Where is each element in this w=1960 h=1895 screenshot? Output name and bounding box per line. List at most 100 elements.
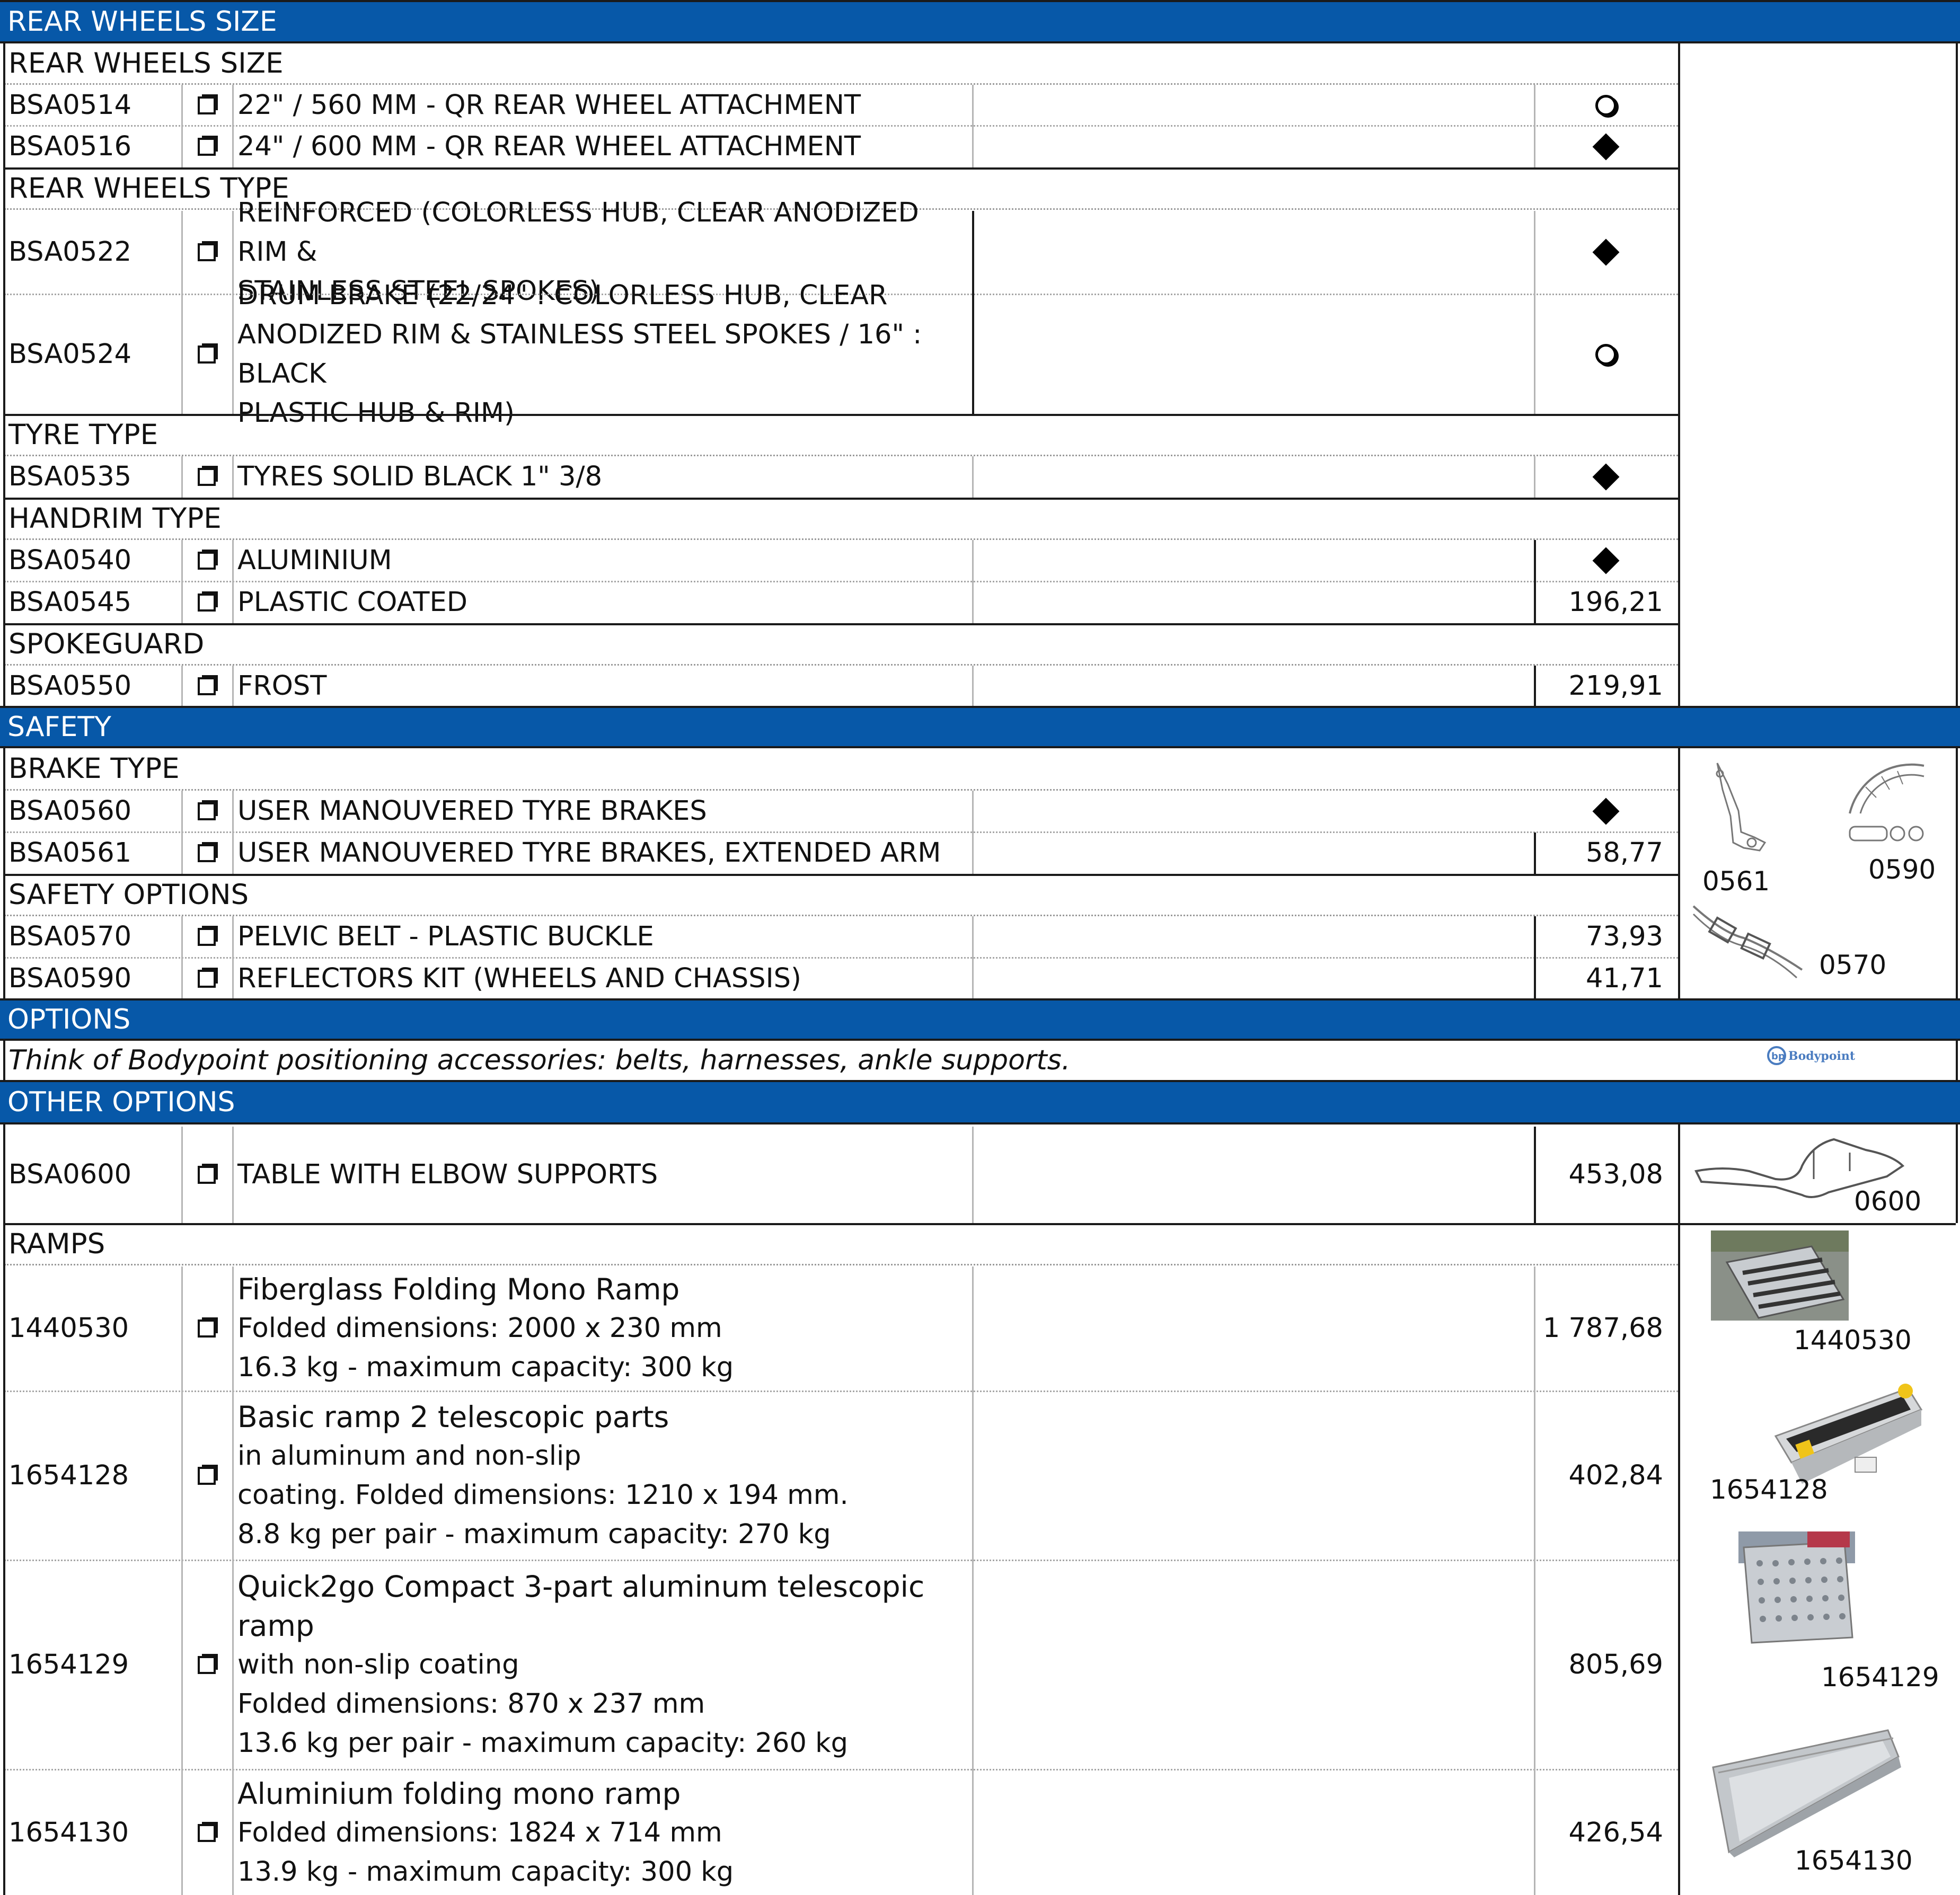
- options-note: Think of Bodypoint positioning accessori…: [8, 1044, 1071, 1076]
- row-checkbox[interactable]: [181, 582, 232, 623]
- row-checkbox[interactable]: [181, 1392, 232, 1560]
- row-price: 426,54: [1568, 1817, 1663, 1848]
- row-price: 1 787,68: [1542, 1313, 1663, 1344]
- reflector-image: [1844, 755, 1929, 848]
- row-description: REFLECTORS KIT (WHEELS AND CHASSIS): [237, 963, 801, 994]
- row-code: BSA0560: [8, 795, 132, 827]
- checkbox-icon[interactable]: [198, 468, 216, 486]
- row-price: 41,71: [1585, 963, 1663, 994]
- row-checkbox[interactable]: [181, 126, 232, 167]
- checkbox-icon[interactable]: [198, 1467, 216, 1485]
- group-header-handrim-type: HANDRIM TYPE: [4, 499, 1678, 540]
- svg-text:bp: bp: [1771, 1051, 1785, 1062]
- checkbox-icon[interactable]: [198, 677, 216, 695]
- row-description: Basic ramp 2 telescopic parts in aluminu…: [232, 1392, 972, 1560]
- row-checkbox[interactable]: [181, 916, 232, 958]
- row-code: BSA0522: [8, 236, 132, 268]
- row-checkbox[interactable]: [181, 295, 232, 414]
- group-header-brake-type: BRAKE TYPE: [4, 748, 1678, 791]
- ramp-title: Basic ramp 2 telescopic parts: [237, 1400, 669, 1434]
- row-symbol: [1534, 211, 1678, 294]
- row-price: 402,84: [1568, 1460, 1663, 1491]
- row-description: USER MANOUVERED TYRE BRAKES: [237, 795, 707, 827]
- checkbox-icon[interactable]: [198, 552, 216, 570]
- desc-line: with non-slip coating: [237, 1649, 519, 1680]
- checkbox-icon[interactable]: [198, 243, 216, 261]
- section-band-options: OPTIONS: [0, 998, 1960, 1041]
- checkbox-icon[interactable]: [198, 970, 216, 988]
- section-band-other-options: OTHER OPTIONS: [0, 1080, 1960, 1124]
- checkbox-icon[interactable]: [198, 346, 216, 364]
- row-checkbox[interactable]: [181, 833, 232, 874]
- row-code: 1654128: [8, 1460, 129, 1491]
- row-description: FROST: [237, 670, 327, 702]
- image-label: 0600: [1854, 1186, 1922, 1217]
- group-header-tyre-type: TYRE TYPE: [4, 415, 1678, 456]
- row-code: BSA0550: [8, 670, 132, 702]
- image-label: 0570: [1819, 950, 1887, 980]
- checkbox-icon[interactable]: [198, 1823, 216, 1842]
- row-symbol: [1534, 126, 1678, 167]
- row-symbol: [1534, 791, 1678, 832]
- checkbox-icon[interactable]: [198, 1320, 216, 1338]
- group-header-safety-options: SAFETY OPTIONS: [4, 875, 1678, 916]
- row-price: 219,91: [1568, 670, 1663, 702]
- row-code: BSA0524: [8, 339, 132, 370]
- checkbox-icon[interactable]: [198, 138, 216, 156]
- row-description: USER MANOUVERED TYRE BRAKES, EXTENDED AR…: [237, 837, 941, 869]
- group-header-spokeguard: SPOKEGUARD: [4, 624, 1678, 666]
- checkbox-icon[interactable]: [198, 928, 216, 946]
- row-price: 453,08: [1568, 1159, 1663, 1190]
- row-code: BSA0600: [8, 1159, 132, 1190]
- ramp-title: Fiberglass Folding Mono Ramp: [237, 1272, 680, 1306]
- row-code: 1654129: [8, 1649, 129, 1680]
- checkbox-icon[interactable]: [198, 1166, 216, 1184]
- row-checkbox[interactable]: [181, 1267, 232, 1391]
- row-code: BSA0545: [8, 587, 132, 618]
- desc-line: Folded dimensions: 870 x 237 mm: [237, 1688, 705, 1720]
- row-code: BSA0590: [8, 963, 132, 994]
- row-checkbox[interactable]: [181, 85, 232, 126]
- row-checkbox[interactable]: [181, 666, 232, 707]
- desc-line: Folded dimensions: 2000 x 230 mm: [237, 1313, 722, 1344]
- belt-image: [1691, 901, 1807, 980]
- checkbox-icon[interactable]: [198, 1656, 216, 1674]
- row-checkbox[interactable]: [181, 1127, 232, 1223]
- row-checkbox[interactable]: [181, 456, 232, 498]
- row-description: 22" / 560 MM - QR REAR WHEEL ATTACHMENT: [237, 90, 861, 121]
- row-description: Quick2go Compact 3-part aluminum telesco…: [232, 1561, 972, 1769]
- row-code: 1440530: [8, 1313, 129, 1344]
- desc-line: 8.8 kg per pair - maximum capacity: 270 …: [237, 1519, 831, 1550]
- desc-line: 16.3 kg - maximum capacity: 300 kg: [237, 1352, 734, 1383]
- image-label: 0590: [1868, 854, 1936, 885]
- desc-line: in aluminum and non-slip: [237, 1440, 581, 1472]
- section-band-rear-wheels: REAR WHEELS SIZE: [0, 0, 1960, 43]
- diamond-icon: [1592, 238, 1620, 266]
- circle-icon: [1595, 95, 1617, 116]
- row-checkbox[interactable]: [181, 1770, 232, 1895]
- row-checkbox[interactable]: [181, 211, 232, 294]
- row-description: Aluminium folding mono ramp Folded dimen…: [232, 1770, 972, 1895]
- row-checkbox[interactable]: [181, 540, 232, 581]
- circle-icon: [1595, 344, 1617, 365]
- brake-image: [1701, 758, 1797, 864]
- group-header-ramps: RAMPS: [4, 1224, 1678, 1265]
- ramp-title: Quick2go Compact 3-part aluminum telesco…: [237, 1570, 925, 1643]
- row-description: ALUMINIUM: [237, 545, 392, 576]
- checkbox-icon[interactable]: [198, 96, 216, 114]
- checkbox-icon[interactable]: [198, 844, 216, 862]
- row-price: 196,21: [1568, 587, 1663, 618]
- row-checkbox[interactable]: [181, 958, 232, 999]
- row-symbol: [1534, 85, 1678, 126]
- checkbox-icon[interactable]: [198, 594, 216, 612]
- row-symbol: [1534, 295, 1678, 414]
- row-price: 73,93: [1585, 921, 1663, 952]
- checkbox-icon[interactable]: [198, 802, 216, 820]
- diamond-icon: [1592, 463, 1620, 491]
- bodypoint-logo: bp Bodypoint: [1765, 1045, 1860, 1066]
- row-checkbox[interactable]: [181, 1561, 232, 1769]
- row-price: 58,77: [1585, 837, 1663, 869]
- row-checkbox[interactable]: [181, 791, 232, 832]
- row-code: BSA0514: [8, 90, 132, 121]
- row-code: BSA0570: [8, 921, 132, 952]
